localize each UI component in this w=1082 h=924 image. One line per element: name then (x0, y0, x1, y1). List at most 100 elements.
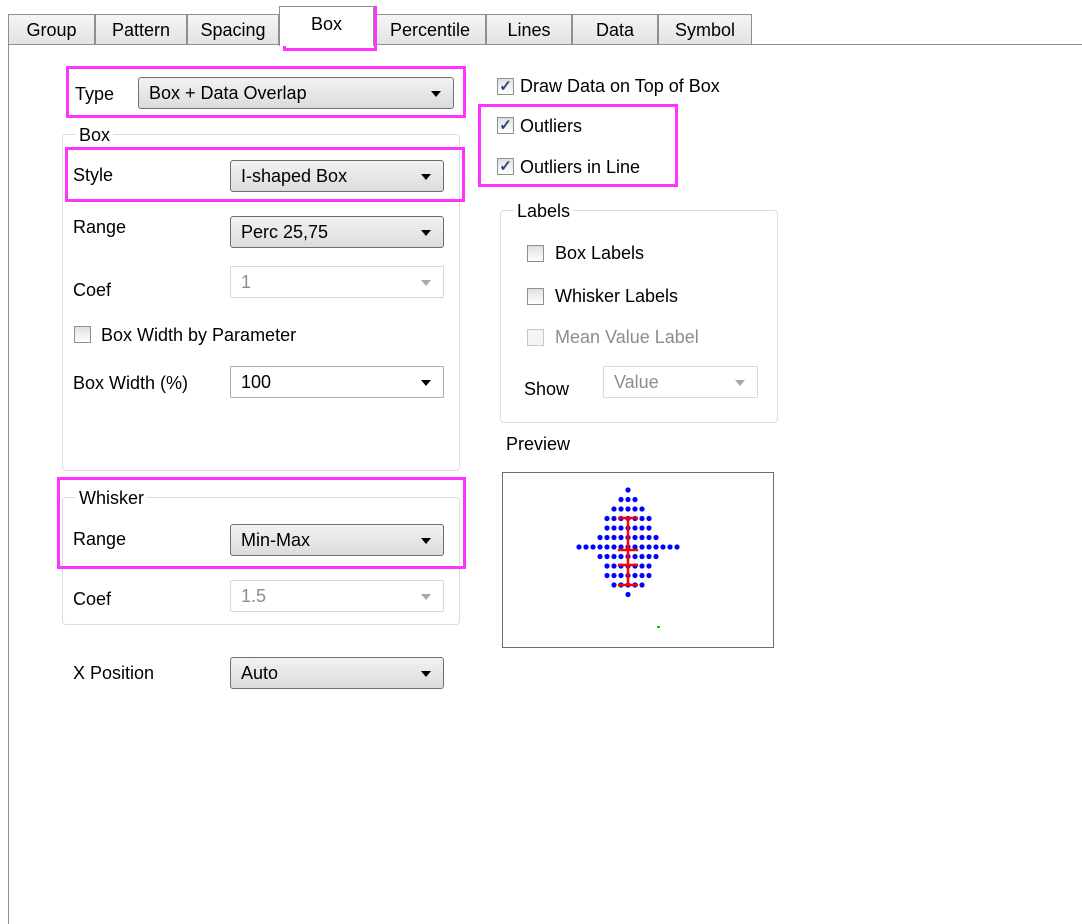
panel-border (8, 44, 9, 924)
preview-dot (639, 525, 645, 531)
chevron-down-icon (421, 230, 431, 236)
tab-pattern[interactable]: Pattern (95, 14, 187, 44)
preview-dot (639, 544, 645, 550)
preview-dot (604, 525, 610, 531)
preview-dot (611, 544, 617, 550)
tab-box[interactable]: Box (279, 6, 374, 46)
preview-dot (646, 515, 652, 522)
box-width-by-parameter-label: Box Width by Parameter (101, 325, 297, 345)
preview-dot (625, 591, 631, 598)
box-group-title: Box (76, 125, 114, 145)
preview-dot (576, 544, 582, 550)
range-dropdown[interactable]: Perc 25,75 (230, 216, 444, 248)
preview-dot (639, 563, 645, 569)
preview-dot (618, 496, 624, 503)
whisker-coef-dropdown[interactable]: 1.5 (230, 580, 444, 612)
tab-spacing[interactable]: Spacing (187, 14, 279, 44)
preview-dot (653, 534, 659, 541)
preview-dot (639, 506, 645, 512)
preview-dot (618, 506, 624, 512)
preview-dot (604, 572, 610, 579)
range-label: Range (73, 217, 127, 237)
mean-value-label-checkbox[interactable] (527, 329, 544, 346)
whisker-coef-label: Coef (73, 589, 112, 609)
preview-label: Preview (506, 434, 571, 454)
tab-group[interactable]: Group (8, 14, 95, 44)
preview-dot (597, 544, 603, 550)
draw-on-top-label: Draw Data on Top of Box (520, 76, 720, 96)
preview-box (502, 472, 774, 648)
preview-dot (618, 534, 624, 541)
preview-plot (576, 487, 680, 628)
style-highlight (65, 147, 465, 202)
tab-lines[interactable]: Lines (486, 14, 572, 44)
type-highlight (66, 66, 466, 118)
preview-dot (611, 534, 617, 541)
chevron-down-icon (421, 671, 431, 677)
x-position-dropdown[interactable]: Auto (230, 657, 444, 689)
preview-dot (632, 506, 638, 512)
box-width-combobox[interactable]: 100 (230, 366, 444, 398)
preview-dot (583, 544, 589, 550)
tab-percentile[interactable]: Percentile (374, 14, 486, 44)
preview-dot (618, 525, 624, 531)
preview-dot (590, 544, 596, 550)
preview-dot (674, 544, 680, 550)
preview-dot (653, 544, 659, 550)
preview-dot (611, 563, 617, 569)
box-width-label: Box Width (%) (73, 373, 189, 393)
preview-dot (639, 515, 645, 522)
x-position-label: X Position (73, 663, 155, 683)
preview-dot (604, 563, 610, 569)
preview-dot (604, 553, 610, 560)
coef-dropdown[interactable]: 1 (230, 266, 444, 298)
show-value: Value (614, 372, 659, 392)
whisker-highlight (57, 477, 466, 569)
preview-dot (660, 544, 666, 550)
tab-strip-border (8, 44, 1082, 45)
preview-dot (604, 534, 610, 541)
tab-symbol[interactable]: Symbol (658, 14, 752, 44)
preview-dot (611, 506, 617, 512)
x-position-value: Auto (241, 663, 279, 683)
preview-dot (646, 563, 652, 569)
preview-dot (646, 544, 652, 550)
labels-group-title: Labels (514, 201, 574, 221)
preview-dot (604, 515, 610, 522)
range-value: Perc 25,75 (241, 222, 329, 242)
preview-dot (625, 487, 631, 493)
show-label: Show (524, 379, 570, 399)
preview-dot (646, 525, 652, 531)
preview-dot (632, 496, 638, 503)
chevron-down-icon (421, 594, 431, 600)
preview-dot (632, 534, 638, 541)
box-width-by-parameter-checkbox[interactable] (74, 326, 91, 343)
preview-dot (667, 544, 673, 550)
preview-mark (657, 626, 660, 628)
whisker-labels-checkbox[interactable] (527, 288, 544, 305)
chevron-down-icon (421, 280, 431, 286)
preview-dot (611, 553, 617, 560)
preview-dot (625, 506, 631, 512)
preview-dot (604, 544, 610, 550)
preview-dot (632, 525, 638, 531)
preview-dot (611, 572, 617, 579)
preview-dot (646, 553, 652, 560)
preview-dot (611, 525, 617, 531)
whisker-labels-label: Whisker Labels (555, 286, 679, 306)
preview-dot (597, 553, 603, 560)
box-labels-checkbox[interactable] (527, 245, 544, 262)
preview-dot (639, 572, 645, 579)
chevron-down-icon (421, 380, 431, 386)
coef-value: 1 (241, 272, 252, 292)
preview-dot (611, 515, 617, 522)
preview-dot (618, 553, 624, 560)
show-dropdown[interactable]: Value (603, 366, 758, 398)
draw-on-top-checkbox[interactable]: ✓ (497, 78, 514, 95)
preview-dot (639, 534, 645, 541)
whisker-coef-value: 1.5 (241, 586, 267, 606)
preview-dot (632, 553, 638, 560)
preview-dot (625, 496, 631, 503)
preview-dot (632, 572, 638, 579)
tab-data[interactable]: Data (572, 14, 658, 44)
